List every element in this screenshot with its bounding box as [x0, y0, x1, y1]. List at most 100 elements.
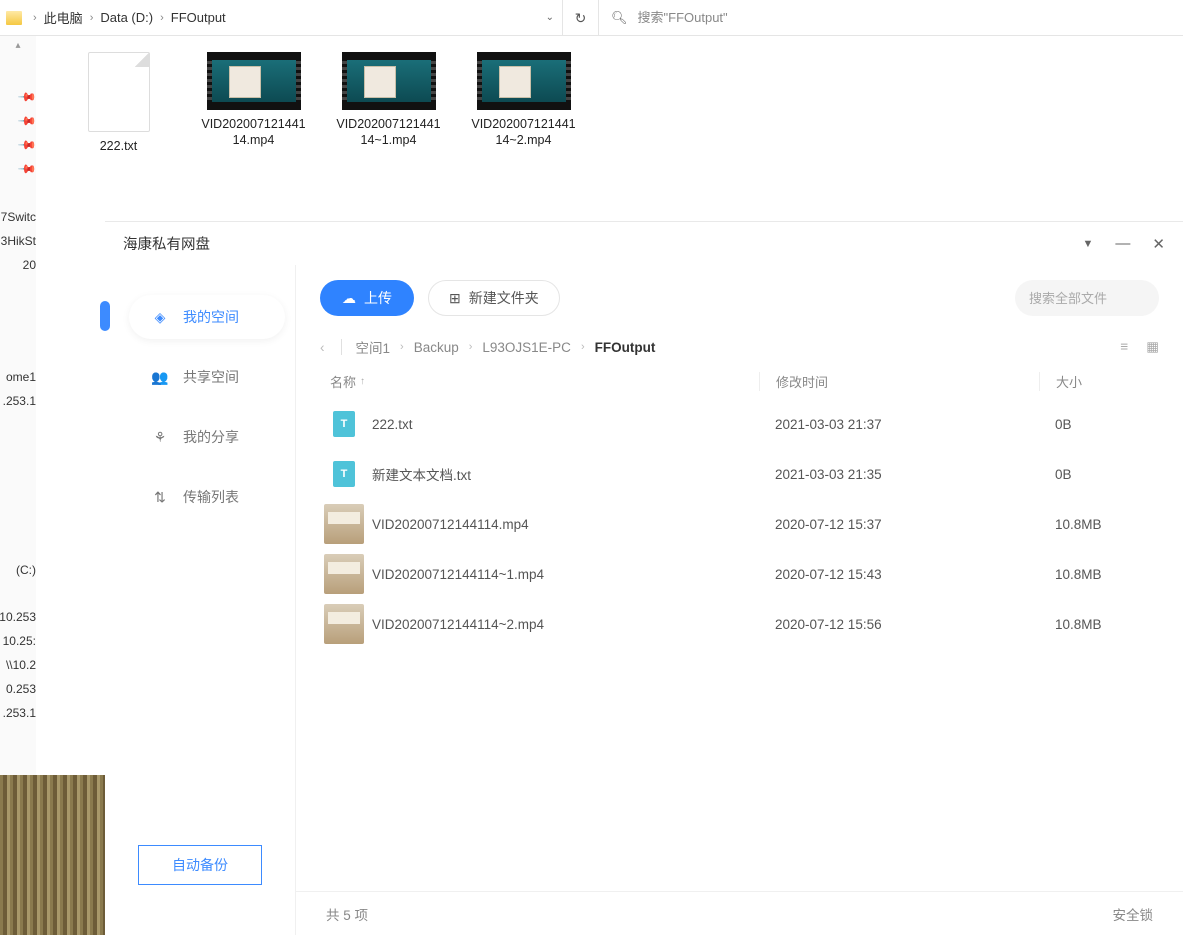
tree-label[interactable]: 20	[23, 258, 36, 272]
explorer-address-bar: › 此电脑 › Data (D:) › FFOutput ⌄ ↻ 🔍︎	[0, 0, 1183, 36]
file-size: 10.8MB	[1039, 517, 1159, 532]
back-button[interactable]: ‹	[320, 340, 331, 355]
explorer-search-input[interactable]	[638, 10, 1183, 25]
video-thumbnail-icon	[324, 554, 364, 594]
file-name: VID20200712144114~1.mp4	[336, 116, 441, 149]
transfer-icon: ⇅	[151, 488, 169, 506]
explorer-file-item[interactable]: VID20200712144114~2.mp4	[471, 52, 576, 149]
file-size: 10.8MB	[1039, 567, 1159, 582]
column-name-label: 名称	[330, 372, 356, 391]
chevron-right-icon: ›	[28, 12, 42, 24]
explorer-file-item[interactable]: 222.txt	[66, 52, 171, 154]
text-file-icon	[324, 454, 364, 494]
video-file-icon	[207, 52, 301, 110]
file-size: 10.8MB	[1039, 617, 1159, 632]
file-time: 2021-03-03 21:37	[759, 417, 1039, 432]
tree-label[interactable]: 3HikSt	[1, 234, 36, 248]
tree-label[interactable]: ome1	[6, 370, 36, 384]
shield-icon: ◈	[151, 308, 169, 326]
file-time: 2021-03-03 21:35	[759, 467, 1039, 482]
sidebar-item-label: 我的分享	[183, 427, 239, 447]
item-count: 共 5 项	[326, 904, 368, 924]
chevron-right-icon: ›	[400, 341, 404, 353]
cloud-search-box[interactable]: 🔍︎	[1015, 280, 1159, 316]
video-file-icon	[477, 52, 571, 110]
refresh-button[interactable]: ↻	[563, 0, 599, 35]
sidebar-item-shield[interactable]: ◈ 我的空间	[129, 295, 285, 339]
sidebar-indicator	[100, 301, 110, 331]
cloud-main: ☁ 上传 ⊞ 新建文件夹 🔍︎ ‹ 空间1 › Backup ›	[295, 265, 1183, 935]
explorer-file-item[interactable]: VID20200712144114~1.mp4	[336, 52, 441, 149]
new-folder-label: 新建文件夹	[469, 288, 539, 308]
minimize-button[interactable]: —	[1115, 235, 1130, 252]
file-row[interactable]: VID20200712144114~2.mp42020-07-12 15:561…	[296, 599, 1183, 649]
column-size[interactable]: 大小	[1039, 372, 1159, 391]
explorer-search-box[interactable]: 🔍︎	[599, 10, 1183, 26]
pin-icon: 📌	[17, 135, 37, 155]
address-box[interactable]: › 此电脑 › Data (D:) › FFOutput ⌄	[0, 0, 563, 36]
file-name: 222.txt	[66, 138, 171, 154]
sidebar-item-label: 共享空间	[183, 367, 239, 387]
tree-label[interactable]: (C:)	[16, 563, 36, 577]
pin-icon: 📌	[17, 159, 37, 179]
desktop-wallpaper	[0, 775, 105, 935]
tree-label[interactable]: .253.1	[3, 394, 36, 408]
chevron-right-icon: ›	[469, 341, 473, 353]
security-lock[interactable]: 安全锁	[1113, 904, 1154, 924]
breadcrumb-part[interactable]: FFOutput	[169, 10, 228, 25]
file-row[interactable]: 新建文本文档.txt2021-03-03 21:350B	[296, 449, 1183, 499]
auto-backup-button[interactable]: 自动备份	[138, 845, 262, 885]
breadcrumb-part[interactable]: 空间1	[356, 337, 391, 357]
breadcrumb-current: FFOutput	[595, 340, 656, 355]
scroll-up-icon[interactable]: ▴	[0, 40, 36, 51]
address-dropdown-icon[interactable]: ⌄	[538, 12, 562, 23]
cloud-disk-window: 海康私有网盘 ▼ — ✕ ◈ 我的空间 👥 共享空间 ⚘ 我的分享 ⇅ 传输列表 自动备份 ☁…	[105, 222, 1183, 935]
upload-label: 上传	[364, 288, 392, 308]
tree-label[interactable]: .253.1	[3, 706, 36, 720]
sort-asc-icon: ↑	[360, 376, 365, 387]
file-time: 2020-07-12 15:37	[759, 517, 1039, 532]
file-row[interactable]: 222.txt2021-03-03 21:370B	[296, 399, 1183, 449]
file-row[interactable]: VID20200712144114~1.mp42020-07-12 15:431…	[296, 549, 1183, 599]
text-file-icon	[324, 404, 364, 444]
sidebar-item-transfer[interactable]: ⇅ 传输列表	[129, 475, 285, 519]
breadcrumb-part[interactable]: Data (D:)	[98, 10, 155, 25]
upload-button[interactable]: ☁ 上传	[320, 280, 414, 316]
cloud-breadcrumb: ‹ 空间1 › Backup › L93OJS1E-PC › FFOutput …	[296, 331, 1183, 363]
group-icon: 👥	[151, 368, 169, 386]
column-name[interactable]: 名称 ↑	[330, 372, 759, 391]
cloud-search-input[interactable]	[1029, 291, 1183, 306]
new-folder-button[interactable]: ⊞ 新建文件夹	[428, 280, 560, 316]
chevron-right-icon: ›	[155, 12, 169, 24]
sidebar-item-group[interactable]: 👥 共享空间	[129, 355, 285, 399]
sidebar-item-share[interactable]: ⚘ 我的分享	[129, 415, 285, 459]
video-file-icon	[342, 52, 436, 110]
upload-icon: ☁	[342, 290, 356, 307]
tree-label[interactable]: \\10.2	[6, 658, 36, 672]
new-folder-icon: ⊞	[449, 290, 461, 307]
tree-label[interactable]: 7Switc	[1, 210, 36, 224]
breadcrumb-part[interactable]: L93OJS1E-PC	[482, 340, 571, 355]
dropdown-icon[interactable]: ▼	[1083, 238, 1094, 250]
explorer-file-item[interactable]: VID20200712144114.mp4	[201, 52, 306, 149]
sidebar-item-label: 传输列表	[183, 487, 239, 507]
tree-label[interactable]: 10.25:	[3, 634, 36, 648]
breadcrumb-part[interactable]: Backup	[414, 340, 459, 355]
breadcrumb-part[interactable]: 此电脑	[42, 8, 85, 27]
file-row[interactable]: VID20200712144114.mp42020-07-12 15:3710.…	[296, 499, 1183, 549]
video-thumbnail-icon	[324, 604, 364, 644]
tree-label[interactable]: 0.253	[6, 682, 36, 696]
list-view-icon[interactable]: ≡	[1120, 339, 1128, 355]
separator	[341, 339, 342, 355]
cloud-sidebar: ◈ 我的空间 👥 共享空间 ⚘ 我的分享 ⇅ 传输列表 自动备份	[105, 265, 295, 935]
column-time[interactable]: 修改时间	[759, 372, 1039, 391]
tree-label[interactable]: 10.253	[0, 610, 36, 624]
sidebar-item-label: 我的空间	[183, 307, 239, 327]
close-button[interactable]: ✕	[1152, 235, 1165, 253]
grid-view-icon[interactable]: ▦	[1146, 339, 1159, 355]
cloud-body: ◈ 我的空间 👥 共享空间 ⚘ 我的分享 ⇅ 传输列表 自动备份 ☁ 上传 ⊞ 新建文件夹 🔍…	[105, 265, 1183, 935]
file-time: 2020-07-12 15:43	[759, 567, 1039, 582]
share-icon: ⚘	[151, 428, 169, 446]
cloud-titlebar[interactable]: 海康私有网盘 ▼ — ✕	[105, 222, 1183, 265]
file-name: VID20200712144114.mp4	[201, 116, 306, 149]
